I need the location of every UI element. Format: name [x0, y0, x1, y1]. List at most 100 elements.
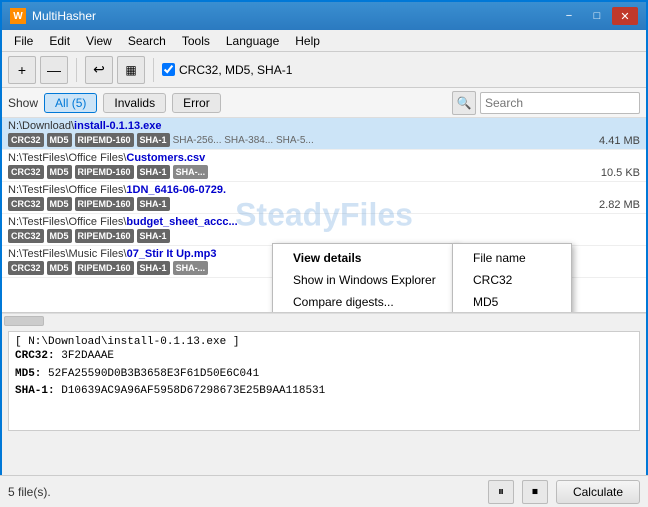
ctx-view-details[interactable]: View details — [273, 247, 456, 269]
tag-ripemd160: RIPEMD-160 — [75, 197, 134, 211]
sub-ctx-filename[interactable]: File name — [453, 247, 571, 269]
ctx-compare-digests[interactable]: Compare digests... — [273, 291, 456, 313]
sub-ctx-filename-label: File name — [473, 251, 526, 265]
search-area: 🔍 — [452, 91, 640, 115]
minimize-button[interactable]: − — [556, 7, 582, 25]
detail-crc32: CRC32: 3F2DAAAE — [15, 348, 633, 366]
scrollbar-thumb[interactable] — [4, 316, 44, 326]
tag-ripemd160: RIPEMD-160 — [75, 165, 134, 179]
detail-title: [ N:\Download\install-0.1.13.exe ] — [15, 336, 633, 348]
table-row[interactable]: N:\TestFiles\Office Files\1DN_6416-06-07… — [2, 182, 646, 214]
detail-md5-value: 52FA25590D0B3B3658E3F61D50E6C041 — [48, 368, 259, 380]
search-icon-button[interactable]: 🔍 — [452, 91, 476, 115]
toolbar-divider-2 — [153, 58, 154, 82]
window-title: MultiHasher — [32, 9, 96, 23]
tags-row: CRC32 MD5 RIPEMD-160 SHA-1 — [8, 229, 170, 243]
detail-panel: [ N:\Download\install-0.1.13.exe ] CRC32… — [8, 331, 640, 431]
maximize-button[interactable]: □ — [584, 7, 610, 25]
file-list: N:\Download\install-0.1.13.exe CRC32 MD5… — [2, 118, 646, 313]
tag-crc32: CRC32 — [8, 229, 44, 243]
sub-ctx-md5[interactable]: MD5 — [453, 291, 571, 313]
file-count: 5 file(s). — [8, 485, 480, 499]
minus-icon: — — [47, 62, 61, 78]
tags-row: CRC32 MD5 RIPEMD-160 SHA-1 — [8, 197, 170, 211]
menu-help[interactable]: Help — [287, 32, 328, 50]
detail-md5-key: MD5: — [15, 368, 48, 380]
tag-sha1: SHA-1 — [137, 197, 170, 211]
hash-checkbox[interactable] — [162, 63, 175, 76]
undo-icon: ↩ — [93, 61, 105, 78]
stop-button[interactable]: ⏹ — [522, 480, 548, 504]
ctx-compare-label: Compare digests... — [293, 295, 394, 309]
tag-sha1: SHA-1 — [137, 165, 170, 179]
menu-file[interactable]: File — [6, 32, 41, 50]
detail-sha1: SHA-1: D10639AC9A96AF5958D67298673E25B9A… — [15, 383, 633, 401]
sub-context-menu: File name CRC32 MD5 SHA-1 — [452, 243, 572, 313]
tag-sha1: SHA-1 — [137, 261, 170, 275]
stop-icon: ⏹ — [532, 484, 538, 499]
file-size: 2.82 MB — [599, 199, 640, 211]
detail-crc32-value: 3F2DAAAE — [61, 350, 114, 362]
grid-button[interactable]: ▦ — [117, 56, 145, 84]
status-bar: 5 file(s). ⏸ ⏹ Calculate — [0, 475, 648, 507]
table-row[interactable]: N:\TestFiles\Office Files\Customers.csv … — [2, 150, 646, 182]
tag-ripemd160: RIPEMD-160 — [75, 229, 134, 243]
file-folder-path: N:\TestFiles\Music Files\ — [8, 248, 127, 260]
context-menu: View details Show in Windows Explorer Co… — [272, 243, 457, 313]
tag-md5: MD5 — [47, 197, 72, 211]
toolbar-divider-1 — [76, 58, 77, 82]
menu-tools[interactable]: Tools — [174, 32, 218, 50]
horizontal-scrollbar[interactable] — [2, 313, 646, 327]
filter-error-button[interactable]: Error — [172, 93, 221, 113]
tag-crc32: CRC32 — [8, 133, 44, 147]
detail-md5: MD5: 52FA25590D0B3B3658E3F61D50E6C041 — [15, 366, 633, 384]
file-name: install-0.1.13.exe — [74, 120, 161, 132]
detail-crc32-key: CRC32: — [15, 350, 61, 362]
file-size: 4.41 MB — [599, 135, 640, 147]
hash-options: CRC32, MD5, SHA-1 — [162, 63, 292, 77]
file-name: 1DN_6416-06-0729. — [126, 184, 226, 196]
grid-icon: ▦ — [125, 63, 136, 77]
add-folder-button[interactable]: — — [40, 56, 68, 84]
tags-row: CRC32 MD5 RIPEMD-160 SHA-1 SHA-256... SH… — [8, 133, 314, 147]
tag-md5: MD5 — [47, 133, 72, 147]
tag-md5: MD5 — [47, 165, 72, 179]
file-folder-path: N:\Download\ — [8, 120, 74, 132]
menu-edit[interactable]: Edit — [41, 32, 78, 50]
sub-ctx-crc32-label: CRC32 — [473, 273, 512, 287]
sub-ctx-crc32[interactable]: CRC32 — [453, 269, 571, 291]
tag-sha-extra: SHA-... — [173, 165, 209, 179]
menu-language[interactable]: Language — [218, 32, 287, 50]
file-size: 10.5 KB — [601, 167, 640, 179]
calculate-button[interactable]: Calculate — [556, 480, 640, 504]
menu-search[interactable]: Search — [120, 32, 174, 50]
tag-crc32: CRC32 — [8, 261, 44, 275]
table-row[interactable]: N:\Download\install-0.1.13.exe CRC32 MD5… — [2, 118, 646, 150]
back-button[interactable]: ↩ — [85, 56, 113, 84]
ctx-show-explorer[interactable]: Show in Windows Explorer — [273, 269, 456, 291]
filter-all-button[interactable]: All (5) — [44, 93, 97, 113]
filter-invalids-button[interactable]: Invalids — [103, 93, 166, 113]
tag-sha-extra: SHA-... — [173, 261, 209, 275]
file-name: Customers.csv — [126, 152, 205, 164]
title-bar: W MultiHasher − □ ✕ — [2, 2, 646, 30]
ctx-view-details-label: View details — [293, 251, 361, 265]
table-row[interactable]: N:\TestFiles\Office Files\budget_sheet_a… — [2, 214, 646, 246]
detail-sha1-key: SHA-1: — [15, 385, 61, 397]
sub-ctx-md5-label: MD5 — [473, 295, 498, 309]
tag-ripemd160: RIPEMD-160 — [75, 133, 134, 147]
detail-sha1-value: D10639AC9A96AF5958D67298673E25B9AA118531 — [61, 385, 325, 397]
pause-button[interactable]: ⏸ — [488, 480, 514, 504]
file-folder-path: N:\TestFiles\Office Files\ — [8, 216, 126, 228]
hash-partial: SHA-256... SHA-384... SHA-5... — [173, 135, 314, 146]
add-file-button[interactable]: + — [8, 56, 36, 84]
show-label: Show — [8, 96, 38, 110]
toolbar: + — ↩ ▦ CRC32, MD5, SHA-1 — [2, 52, 646, 88]
close-button[interactable]: ✕ — [612, 7, 638, 25]
file-folder-path: N:\TestFiles\Office Files\ — [8, 184, 126, 196]
search-input[interactable] — [480, 92, 640, 114]
tag-md5: MD5 — [47, 261, 72, 275]
menu-view[interactable]: View — [78, 32, 120, 50]
tags-row: CRC32 MD5 RIPEMD-160 SHA-1 SHA-... — [8, 165, 208, 179]
filter-bar: Show All (5) Invalids Error 🔍 — [2, 88, 646, 118]
